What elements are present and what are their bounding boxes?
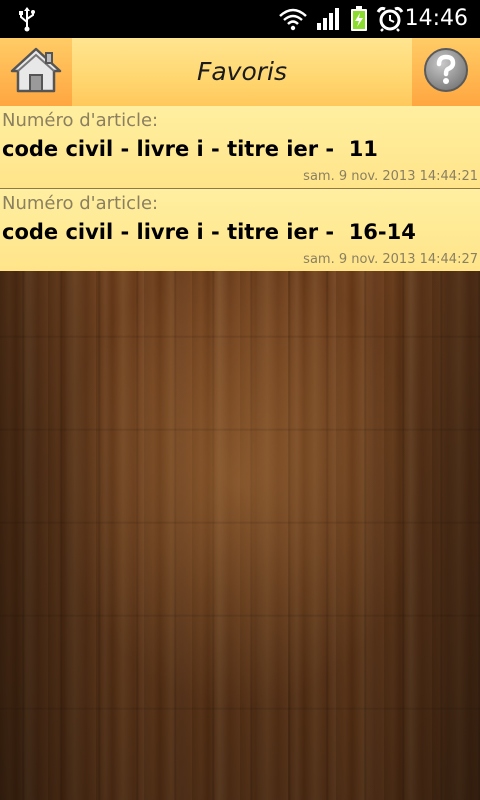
status-time: 14:46 [404, 6, 468, 31]
article-number-label: Numéro d'article: [2, 110, 159, 131]
wifi-icon [278, 7, 308, 31]
article-date: sam. 9 nov. 2013 14:44:27 [303, 252, 478, 267]
home-icon [8, 45, 64, 99]
article-number-label: Numéro d'article: [2, 193, 159, 214]
alarm-clock-icon [376, 6, 404, 32]
help-icon [422, 46, 470, 98]
status-bar: 14:46 [0, 0, 480, 38]
page-title: Favoris [196, 57, 288, 86]
wood-background [0, 271, 480, 800]
article-date: sam. 9 nov. 2013 14:44:21 [303, 169, 478, 184]
status-icons [278, 5, 404, 33]
list-item[interactable]: Numéro d'article: code civil - livre i -… [0, 189, 480, 272]
usb-icon [14, 6, 40, 32]
list-item[interactable]: Numéro d'article: code civil - livre i -… [0, 106, 480, 189]
battery-charging-icon [350, 6, 368, 32]
home-button[interactable] [0, 38, 72, 106]
article-title: code civil - livre i - titre ier - 11 [2, 137, 378, 161]
title-bar: Favoris [0, 38, 480, 107]
favorites-list: Numéro d'article: code civil - livre i -… [0, 106, 480, 272]
signal-icon [316, 7, 342, 31]
article-title: code civil - livre i - titre ier - 16-14 [2, 220, 416, 244]
screen: 14:46 Favoris Numéro d'article: code civ… [0, 0, 480, 800]
help-button[interactable] [412, 38, 480, 106]
